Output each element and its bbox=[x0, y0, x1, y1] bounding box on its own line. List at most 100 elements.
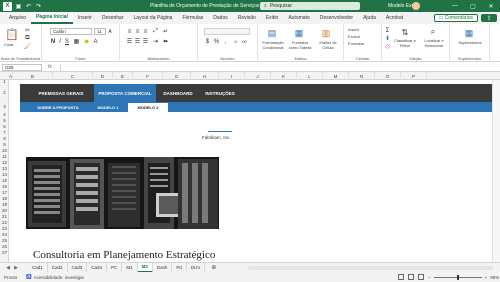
ribbon-tab-desenhar[interactable]: Desenhar bbox=[97, 12, 129, 24]
ribbon-tab-acrobat[interactable]: Acrobat bbox=[381, 12, 408, 24]
function-icon[interactable]: fx bbox=[48, 64, 52, 70]
font-size-select[interactable]: 11 bbox=[94, 28, 106, 35]
borders-icon[interactable]: ▦ bbox=[73, 38, 80, 45]
row-header-2[interactable]: 2 bbox=[0, 84, 9, 102]
italic-icon[interactable]: I bbox=[57, 38, 63, 45]
column-header-j[interactable]: J bbox=[245, 72, 271, 80]
fill-color-icon[interactable]: ◆ bbox=[83, 38, 90, 45]
paste-icon[interactable]: 📋 bbox=[5, 27, 19, 41]
ribbon-tab-automate[interactable]: Automate bbox=[283, 12, 314, 24]
column-header-f[interactable]: F bbox=[133, 72, 163, 80]
nav-proposta-comercial[interactable]: Proposta Comercial bbox=[94, 84, 156, 102]
bold-icon[interactable]: N bbox=[50, 38, 56, 45]
format-as-table-label[interactable]: Formatar como Tabela bbox=[287, 40, 313, 50]
align-center-icon[interactable]: ☰ bbox=[134, 38, 141, 45]
percent-icon[interactable]: % bbox=[213, 38, 220, 45]
column-header-e[interactable]: E bbox=[113, 72, 133, 80]
column-header-l[interactable]: L bbox=[297, 72, 323, 80]
conditional-formatting-label[interactable]: Formatação Condicional bbox=[260, 40, 286, 50]
column-header-h[interactable]: H bbox=[191, 72, 219, 80]
increase-decimal-icon[interactable]: .0 bbox=[231, 38, 239, 45]
nav-instrucoes[interactable]: Instruções bbox=[200, 84, 240, 102]
find-select-label[interactable]: Localizar e Selecionar bbox=[420, 38, 448, 48]
column-header-m[interactable]: M bbox=[323, 72, 349, 80]
next-sheet-icon[interactable]: ▶ bbox=[12, 265, 20, 271]
row-header-27[interactable]: 27 bbox=[0, 250, 9, 256]
comma-icon[interactable]: , bbox=[222, 38, 229, 45]
sort-filter-label[interactable]: Classificar e Filtrar bbox=[393, 38, 417, 48]
fill-icon[interactable]: ⬇ bbox=[384, 35, 391, 42]
horizontal-scrollbar[interactable] bbox=[248, 266, 493, 270]
sheet-tab-cad3[interactable]: Cad3 bbox=[68, 262, 88, 273]
column-header-c[interactable]: C bbox=[53, 72, 93, 80]
autosum-icon[interactable]: Σ bbox=[384, 27, 391, 34]
find-select-icon[interactable]: ⌕ bbox=[428, 27, 438, 37]
column-header-p[interactable]: P bbox=[401, 72, 427, 80]
page-layout-view-icon[interactable] bbox=[408, 274, 414, 280]
align-middle-icon[interactable]: ≡ bbox=[134, 28, 141, 35]
copy-icon[interactable]: ⧉ bbox=[24, 35, 31, 42]
save-icon[interactable]: ▣ bbox=[15, 3, 22, 10]
name-box[interactable]: O25 bbox=[2, 64, 42, 71]
cell-styles-icon[interactable]: ▥ bbox=[320, 27, 332, 39]
sheet-tab-cad2[interactable]: Cad2 bbox=[48, 262, 68, 273]
underline-icon[interactable]: S bbox=[64, 38, 70, 45]
ribbon-tab-dados[interactable]: Dados bbox=[208, 12, 232, 24]
sheet-content[interactable]: Premissas Gerais Proposta Comercial Dashbo… bbox=[9, 80, 492, 262]
ribbon-tab-ajuda[interactable]: Ajuda bbox=[358, 12, 381, 24]
subnav-modelo-2[interactable]: Modelo 2 bbox=[128, 102, 168, 112]
font-color-icon[interactable]: A bbox=[92, 38, 99, 45]
format-as-table-icon[interactable]: ▦ bbox=[293, 27, 305, 39]
column-header-d[interactable]: D bbox=[93, 72, 113, 80]
ribbon-tab-pagina-inicial[interactable]: Página Inicial bbox=[30, 12, 73, 24]
sheet-tab-cad1[interactable]: Cad1 bbox=[28, 262, 48, 273]
delete-cells-button[interactable]: Excluir bbox=[348, 34, 360, 39]
indent-icon[interactable]: ⇥ bbox=[152, 38, 159, 45]
format-cells-button[interactable]: Formatar bbox=[348, 41, 364, 46]
redo-icon[interactable]: ↷ bbox=[35, 3, 42, 10]
paste-label[interactable]: Colar bbox=[4, 42, 14, 47]
zoom-thumb[interactable] bbox=[456, 274, 459, 280]
sheet-tab-m2[interactable]: M2 bbox=[137, 262, 153, 273]
comments-button[interactable]: ▭ Comentários bbox=[433, 14, 478, 22]
sheet-tab-dash[interactable]: Dash bbox=[153, 262, 173, 273]
minimize-button[interactable]: — bbox=[446, 0, 464, 12]
sheet-tab-pd[interactable]: Pd bbox=[172, 262, 187, 273]
nav-premissas-gerais[interactable]: Premissas Gerais bbox=[28, 84, 94, 102]
align-right-icon[interactable]: ☰ bbox=[142, 38, 149, 45]
column-header-o[interactable]: O bbox=[375, 72, 401, 80]
column-header-b[interactable]: B bbox=[13, 72, 53, 80]
column-header-i[interactable]: I bbox=[219, 72, 245, 80]
row-header-3[interactable]: 3 bbox=[0, 102, 9, 112]
column-header-g[interactable]: G bbox=[163, 72, 191, 80]
font-name-select[interactable]: Calibri bbox=[50, 28, 92, 35]
column-header-n[interactable]: N bbox=[349, 72, 375, 80]
add-sheet-icon[interactable]: ⊕ bbox=[209, 263, 218, 272]
zoom-level[interactable]: 95% bbox=[490, 275, 499, 280]
ribbon-tab-layout-da-pagina[interactable]: Layout da Página bbox=[129, 12, 178, 24]
nav-dashboard[interactable]: Dashboard bbox=[156, 84, 200, 102]
number-format-select[interactable] bbox=[204, 28, 250, 35]
column-header-k[interactable]: K bbox=[271, 72, 297, 80]
zoom-in-icon[interactable]: + bbox=[485, 275, 488, 280]
sheet-tab-cad4[interactable]: Cad4 bbox=[87, 262, 108, 273]
search-box[interactable]: ⌕ Pesquisar bbox=[260, 2, 360, 10]
ribbon-tab-exibir[interactable]: Exibir bbox=[261, 12, 284, 24]
prev-sheet-icon[interactable]: ◀ bbox=[4, 265, 12, 271]
addins-icon[interactable]: ▦ bbox=[463, 27, 475, 39]
ribbon-tab-arquivo[interactable]: Arquivo bbox=[4, 12, 31, 24]
zoom-out-icon[interactable]: − bbox=[428, 275, 431, 280]
orientation-icon[interactable]: ⤢ bbox=[152, 28, 159, 35]
merge-icon[interactable]: ⬌ bbox=[162, 38, 169, 45]
close-button[interactable]: ✕ bbox=[482, 0, 500, 12]
ribbon-tab-revisao[interactable]: Revisão bbox=[233, 12, 261, 24]
cut-icon[interactable]: ✂ bbox=[24, 27, 31, 34]
format-painter-icon[interactable]: 🖌 bbox=[24, 43, 32, 50]
zoom-slider[interactable] bbox=[433, 274, 482, 280]
sheet-tab-pc[interactable]: PC bbox=[107, 262, 123, 273]
normal-view-icon[interactable] bbox=[398, 274, 404, 280]
insert-cells-button[interactable]: Inserir bbox=[348, 27, 359, 32]
avatar[interactable] bbox=[412, 2, 420, 10]
ribbon-tab-inserir[interactable]: Inserir bbox=[73, 12, 97, 24]
ribbon-tab-desenvolvedor[interactable]: Desenvolvedor bbox=[315, 12, 358, 24]
